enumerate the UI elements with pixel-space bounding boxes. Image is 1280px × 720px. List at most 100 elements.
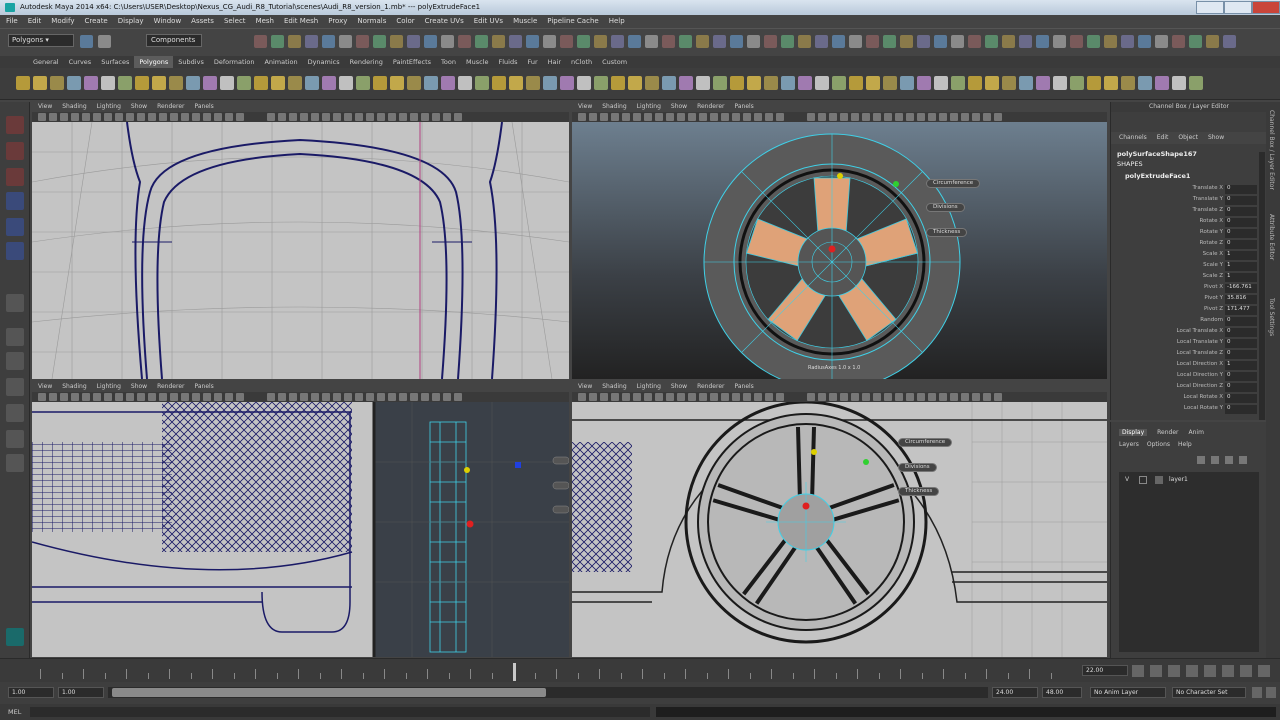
side-tab-channel-box[interactable]: Channel Box / Layer Editor	[1268, 110, 1275, 190]
panel-toolbar-icon[interactable]	[355, 113, 363, 121]
divisions-handle-label-2[interactable]: Divisions	[898, 463, 937, 472]
panel-toolbar-icon[interactable]	[137, 113, 145, 121]
help-menu[interactable]: Help	[1178, 441, 1192, 448]
panel-toolbar-icon[interactable]	[765, 113, 773, 121]
panel-toolbar-icon[interactable]	[159, 393, 167, 401]
channel-value[interactable]: 1	[1225, 273, 1257, 282]
shelf-tool-icon[interactable]	[339, 76, 353, 90]
panel-toolbar-icon[interactable]	[399, 393, 407, 401]
shelf-tab-dynamics[interactable]: Dynamics	[303, 56, 345, 68]
panel-toolbar-icon[interactable]	[311, 393, 319, 401]
status-tool-icon[interactable]	[1189, 35, 1202, 48]
panel-toolbar-icon[interactable]	[82, 393, 90, 401]
channels-menu[interactable]: Channels	[1119, 134, 1147, 141]
channel-input-node[interactable]: polyExtrudeFace1	[1125, 172, 1190, 180]
shelf-tab-subdivs[interactable]: Subdivs	[173, 56, 209, 68]
shelf-tool-icon[interactable]	[1087, 76, 1101, 90]
panel-toolbar-icon[interactable]	[126, 393, 134, 401]
channel-value[interactable]: 171.477	[1225, 306, 1257, 315]
shelf-tab-curves[interactable]: Curves	[64, 56, 97, 68]
status-tool-icon[interactable]	[1104, 35, 1117, 48]
shelf-tool-icon[interactable]	[764, 76, 778, 90]
panel-toolbar-icon[interactable]	[677, 393, 685, 401]
status-tool-icon[interactable]	[679, 35, 692, 48]
channel-row-pivot-z[interactable]: Pivot Z 171.477	[1121, 306, 1257, 316]
shelf-tool-icon[interactable]	[713, 76, 727, 90]
command-line[interactable]: MEL	[0, 704, 1280, 720]
shelf-tool-icon[interactable]	[424, 76, 438, 90]
menu-edit[interactable]: Edit	[28, 15, 42, 28]
panel-toolbar-icon[interactable]	[421, 393, 429, 401]
object-menu[interactable]: Object	[1178, 134, 1198, 141]
channel-value[interactable]: 0	[1225, 218, 1257, 227]
panel-menu-show[interactable]: Show	[671, 102, 687, 112]
shelf-tool-icon[interactable]	[594, 76, 608, 90]
panel-menu-lighting[interactable]: Lighting	[637, 382, 661, 392]
panel-toolbar-icon[interactable]	[917, 393, 925, 401]
panel-toolbar-icon[interactable]	[214, 393, 222, 401]
panel-toolbar-icon[interactable]	[344, 393, 352, 401]
channel-value[interactable]: 1	[1225, 262, 1257, 271]
panel-toolbar-icon[interactable]	[443, 113, 451, 121]
circumference-handle-label-2[interactable]: Circumference	[898, 438, 953, 447]
layer-visibility-toggle[interactable]: V	[1125, 476, 1129, 483]
channel-value[interactable]: 35.816	[1225, 295, 1257, 304]
panel-toolbar-icon[interactable]	[214, 113, 222, 121]
panel-menu-lighting[interactable]: Lighting	[637, 102, 661, 112]
channel-value[interactable]: 0	[1225, 196, 1257, 205]
shelf-tool-icon[interactable]	[458, 76, 472, 90]
shelf-tool-icon[interactable]	[390, 76, 404, 90]
layers-menu[interactable]: Layers	[1119, 441, 1139, 448]
layer-row[interactable]: V layer1	[1119, 476, 1259, 486]
shelf-tool-icon[interactable]	[152, 76, 166, 90]
front-view-canvas[interactable]	[32, 122, 569, 379]
shelf-tool-icon[interactable]	[679, 76, 693, 90]
status-tool-icon[interactable]	[322, 35, 335, 48]
panel-toolbar-icon[interactable]	[732, 113, 740, 121]
panel-toolbar-icon[interactable]	[818, 113, 826, 121]
panel-toolbar-icon[interactable]	[721, 113, 729, 121]
panel-toolbar-icon[interactable]	[928, 113, 936, 121]
status-tool-icon[interactable]	[98, 35, 111, 48]
menu-normals[interactable]: Normals	[357, 15, 386, 28]
channel-row-pivot-y[interactable]: Pivot Y 35.816	[1121, 295, 1257, 305]
channel-value[interactable]: 0	[1225, 405, 1257, 414]
status-tool-icon[interactable]	[1121, 35, 1134, 48]
panel-toolbar-icon[interactable]	[939, 393, 947, 401]
shelf-tool-icon[interactable]	[373, 76, 387, 90]
panel-toolbar-icon[interactable]	[600, 393, 608, 401]
channel-value[interactable]: 0	[1225, 372, 1257, 381]
menu-set-dropdown[interactable]: Polygons ▾	[8, 34, 74, 47]
panel-toolbar-icon[interactable]	[983, 113, 991, 121]
status-tool-icon[interactable]	[628, 35, 641, 48]
status-tool-icon[interactable]	[526, 35, 539, 48]
shelf-tool-icon[interactable]	[934, 76, 948, 90]
viewport-side[interactable]: View Shading Lighting Show Renderer Panels	[32, 382, 569, 657]
status-tool-icon[interactable]	[849, 35, 862, 48]
menu-window[interactable]: Window	[154, 15, 182, 28]
status-tool-icon[interactable]	[781, 35, 794, 48]
channel-row-scale-x[interactable]: Scale X1	[1121, 251, 1257, 261]
status-tool-icon[interactable]	[1223, 35, 1236, 48]
status-tool-icon[interactable]	[1036, 35, 1049, 48]
menu-create[interactable]: Create	[84, 15, 107, 28]
panel-toolbar-icon[interactable]	[115, 393, 123, 401]
panel-toolbar-icon[interactable]	[633, 393, 641, 401]
panel-toolbar-icon[interactable]	[311, 113, 319, 121]
shelf-tool-icon[interactable]	[356, 76, 370, 90]
channel-row-local-translate-y[interactable]: Local Translate Y0	[1121, 339, 1257, 349]
layer-template-toggle[interactable]	[1139, 476, 1147, 484]
viewport-perspective[interactable]: View Shading Lighting Show Renderer Panels	[572, 102, 1107, 379]
shelf-tool-icon[interactable]	[288, 76, 302, 90]
panel-toolbar-icon[interactable]	[432, 393, 440, 401]
menu-mesh[interactable]: Mesh	[256, 15, 274, 28]
panel-toolbar-icon[interactable]	[699, 113, 707, 121]
status-tool-icon[interactable]	[764, 35, 777, 48]
shelf-tool-icon[interactable]	[254, 76, 268, 90]
time-slider[interactable]: 22.00	[0, 658, 1280, 682]
panel-toolbar-icon[interactable]	[38, 393, 46, 401]
shelf-tab-animation[interactable]: Animation	[259, 56, 302, 68]
panel-toolbar-icon[interactable]	[181, 393, 189, 401]
shelf-tab-fluids[interactable]: Fluids	[493, 56, 522, 68]
thickness-handle-label[interactable]: Thickness	[926, 228, 968, 237]
